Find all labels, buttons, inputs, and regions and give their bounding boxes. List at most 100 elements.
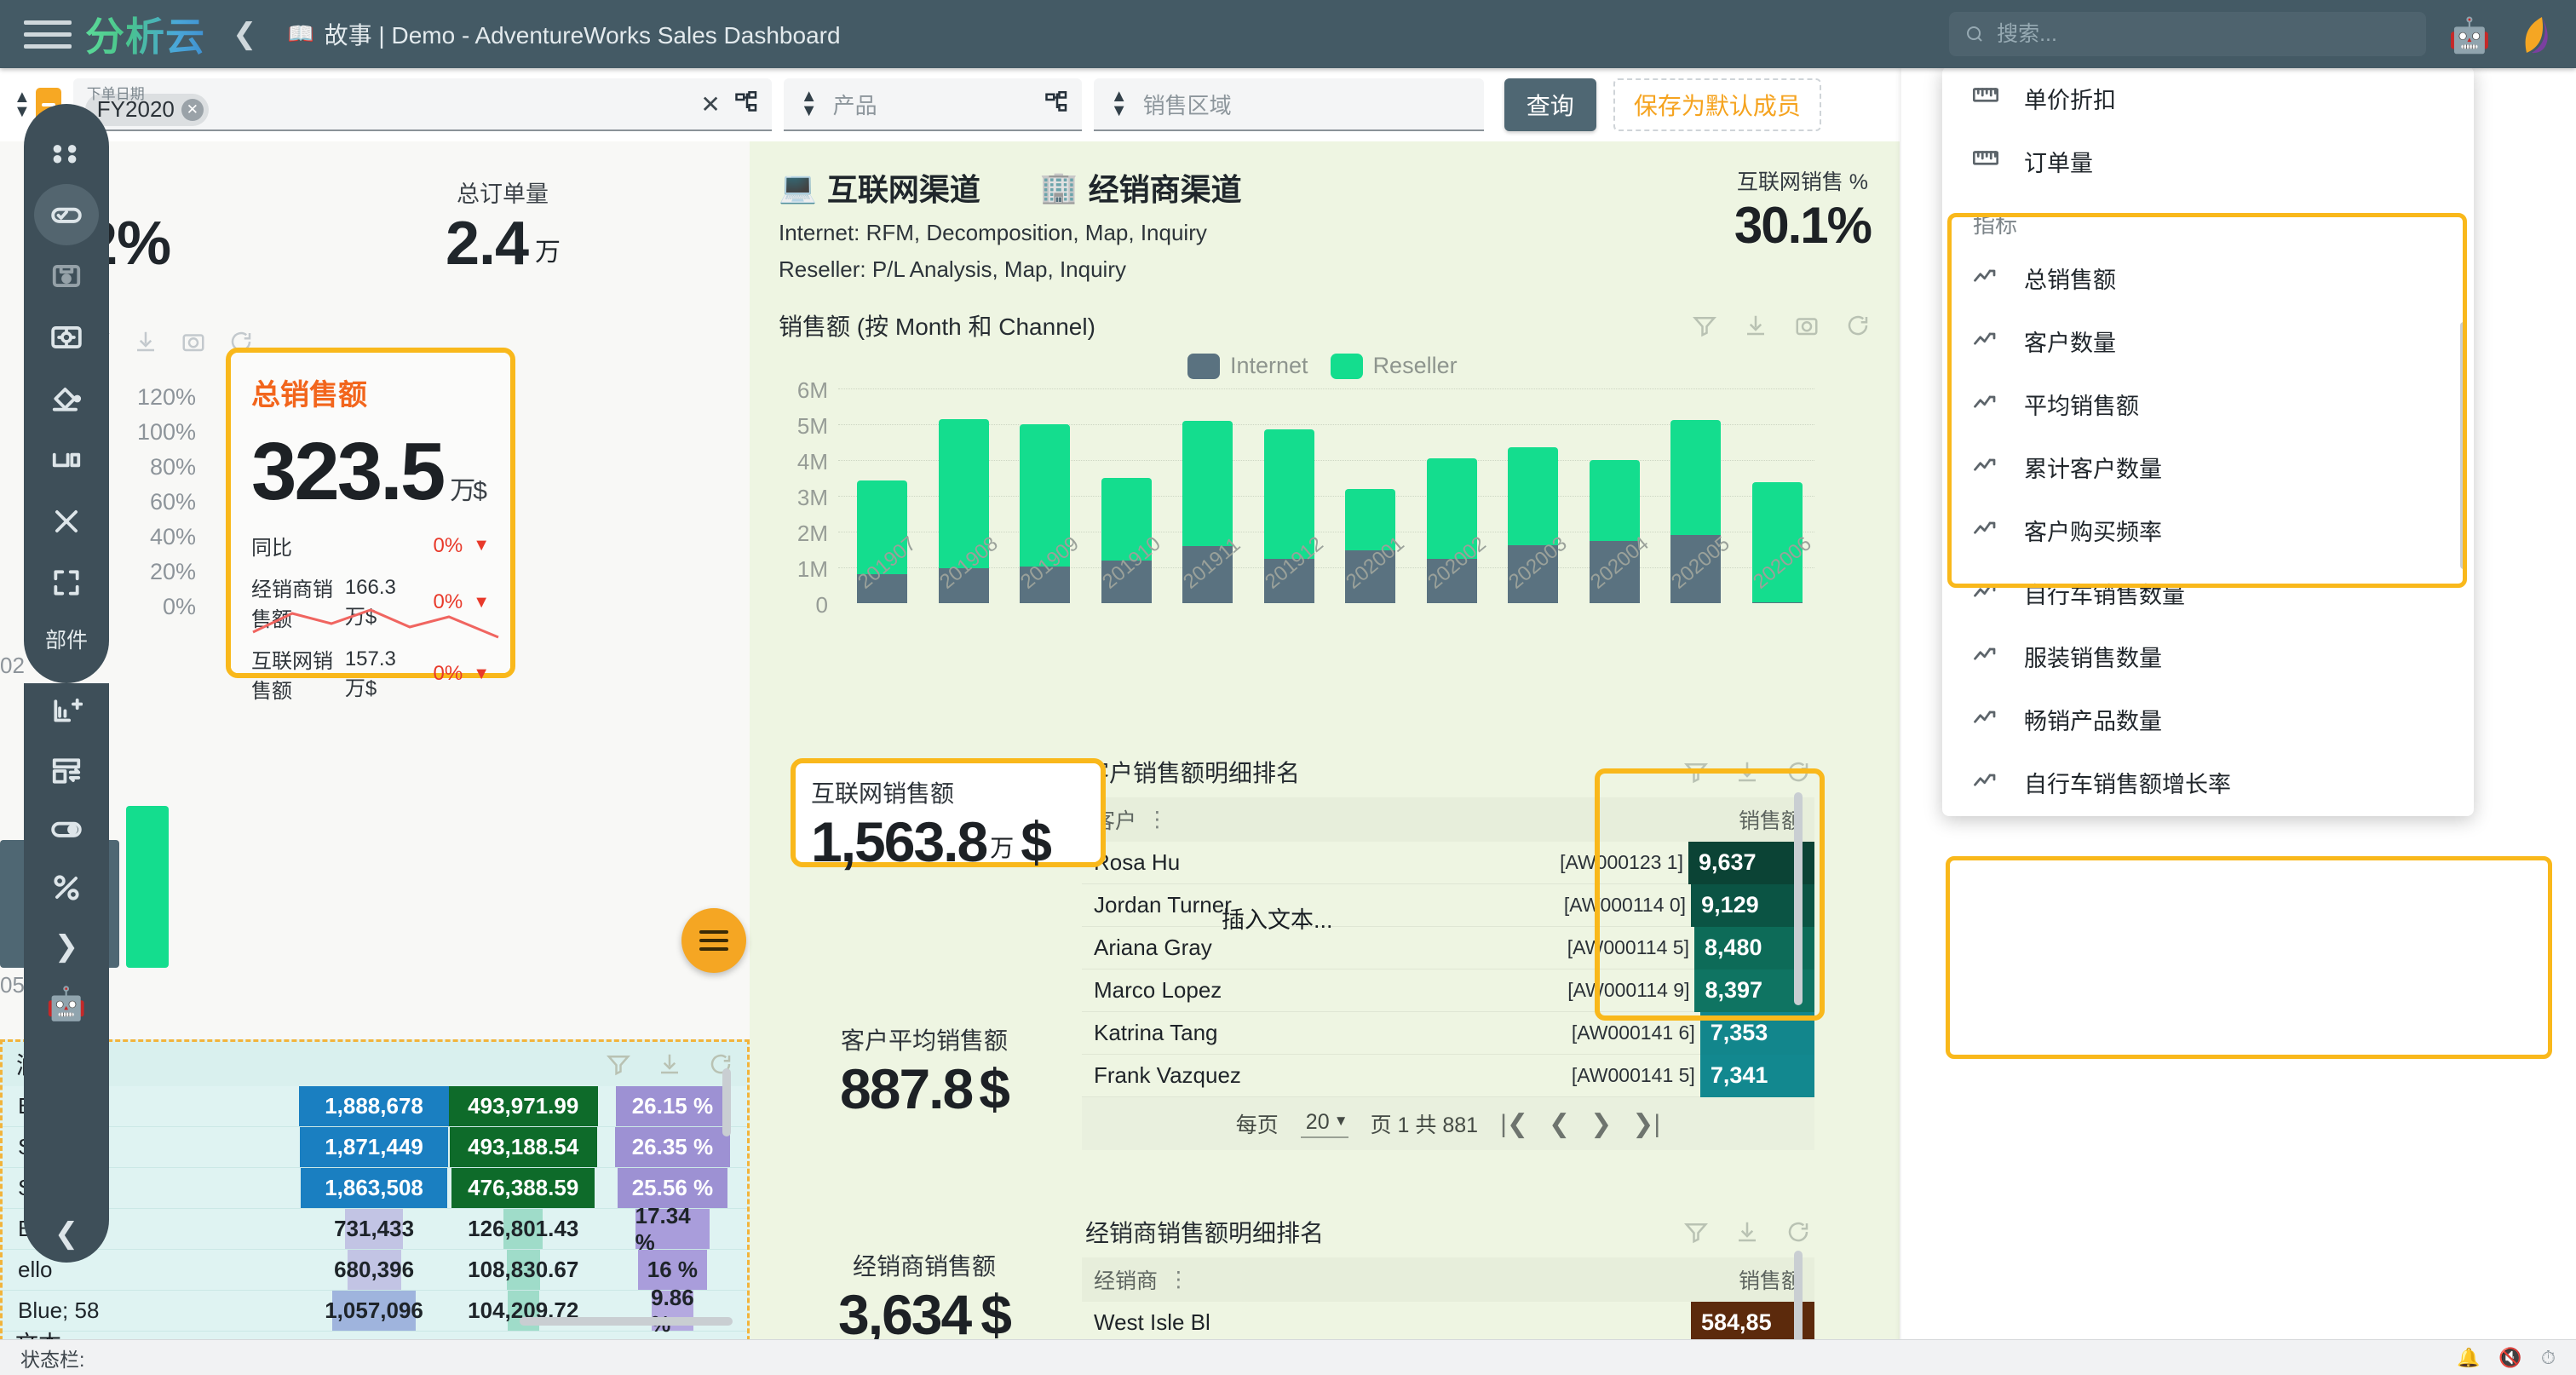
sort-arrows-icon[interactable]: ▲ ▼ <box>14 89 31 120</box>
filter-icon[interactable] <box>1692 313 1717 338</box>
robot-icon[interactable]: 🤖 <box>34 975 99 1034</box>
customer-id: [AW000114 9] <box>1567 979 1690 1001</box>
internet-sales-card[interactable]: 互联网销售额 1,563.8 万 $ <box>791 758 1106 873</box>
filter-order-date[interactable]: 下单日期 FY2020 ✕ ✕ <box>72 78 772 131</box>
metric-cell: 108,830.67 <box>449 1250 598 1290</box>
dropdown-metric-item[interactable]: 自行车销售额增长率 <box>1942 751 2474 814</box>
filter-icon[interactable] <box>1683 1219 1709 1245</box>
table-row[interactable]: Frank Vazquez [AW000141 5] 7,341 <box>1082 1054 1814 1097</box>
table-row[interactable]: Ariana Gray [AW000114 5] 8,480 <box>1082 926 1814 969</box>
total-orders-unit: 万 <box>535 239 561 267</box>
settings-icon[interactable] <box>34 307 99 368</box>
hierarchy-icon[interactable] <box>734 91 760 117</box>
columns-shelf-highlight <box>1946 856 2552 1059</box>
per-page-select[interactable]: 20 <box>1300 1110 1348 1138</box>
table-row[interactable]: Blue731,433126,801.4317.34 % <box>3 1203 747 1255</box>
refresh-icon[interactable] <box>1785 1219 1811 1245</box>
product-hierarchy-icon[interactable] <box>1044 91 1070 117</box>
column-menu-icon[interactable]: ⋮ <box>1168 1267 1189 1292</box>
dropdown-item-order-qty[interactable]: 订单量 <box>1942 129 2474 193</box>
region-sort-arrows-icon[interactable]: ▲ ▼ <box>1111 88 1128 119</box>
hamburger-menu-icon[interactable] <box>24 16 72 52</box>
dropdown-metric-item[interactable]: 累计客户数量 <box>1942 435 2474 498</box>
filter-icon[interactable] <box>606 1051 631 1077</box>
dropdown-metric-item[interactable]: 总销售额 <box>1942 246 2474 309</box>
bell-icon[interactable]: 🔔 <box>2457 1347 2480 1369</box>
camera-icon[interactable] <box>181 329 206 354</box>
prev-page-button[interactable]: ❮ <box>1549 1109 1570 1139</box>
swap-table-icon[interactable] <box>34 742 99 801</box>
save-default-member-button[interactable]: 保存为默认成员 <box>1613 78 1821 131</box>
dropdown-metric-item[interactable]: 客户数量 <box>1942 309 2474 372</box>
download-icon[interactable] <box>1734 1219 1760 1245</box>
toggle-icon[interactable] <box>34 184 99 245</box>
dropdown-section-metrics: 指标 <box>1973 212 2018 238</box>
percent-icon[interactable] <box>34 859 99 918</box>
table-row[interactable]: ello 680,396 108,830.67 16 % <box>3 1250 747 1291</box>
total-sales-card[interactable]: 总销售额 323.5 万$ 同比 0% ▼ 经销商销售额 166.3万$ 0% … <box>226 348 515 703</box>
last-page-button[interactable]: ❯| <box>1632 1109 1660 1139</box>
profit-table-scrollbar[interactable] <box>722 1068 731 1136</box>
download-icon[interactable] <box>1743 313 1768 338</box>
app-logo: 分析云 <box>85 6 205 62</box>
table-row[interactable]: Rosa Hu [AW000123 1] 9,637 <box>1082 841 1814 884</box>
bar-chart-header: 销售额 (按 Month 和 Channel) <box>750 283 1900 342</box>
customer-table-scrollbar[interactable] <box>1794 792 1803 1005</box>
refresh-icon[interactable] <box>1785 759 1811 785</box>
camera-icon[interactable] <box>1794 313 1820 338</box>
filter-product[interactable]: ▲ ▼ 产品 <box>783 78 1082 131</box>
profit-table-hscrollbar[interactable] <box>520 1317 733 1326</box>
scissors-icon[interactable] <box>34 491 99 552</box>
table-row[interactable]: West Isle Bl 584,85 <box>1082 1301 1814 1344</box>
table-row[interactable]: Bla1,888,678493,971.9926.15 % <box>3 1086 747 1127</box>
chevron-up-icon[interactable]: ❮ <box>34 1204 99 1263</box>
add-chart-icon[interactable] <box>34 683 99 742</box>
trend-down-icon: ▼ <box>473 536 490 555</box>
search-input[interactable] <box>1997 21 2411 47</box>
toggle2-icon[interactable] <box>34 800 99 859</box>
dropdown-metric-item[interactable]: 自行车销售数量 <box>1942 561 2474 624</box>
column-menu-icon[interactable]: ⋮ <box>1147 807 1168 832</box>
dropdown-metric-item[interactable]: 服装销售数量 <box>1942 624 2474 688</box>
table-row[interactable]: Katrina Tang [AW000141 6] 7,353 <box>1082 1011 1814 1055</box>
save-icon[interactable] <box>34 245 99 307</box>
first-page-button[interactable]: |❮ <box>1500 1109 1528 1139</box>
download-icon[interactable] <box>657 1051 682 1077</box>
laptop-icon: 💻 <box>779 170 817 204</box>
floating-menu-button[interactable] <box>681 908 746 973</box>
back-chevron-icon[interactable]: ❮ <box>233 17 257 51</box>
download-icon[interactable] <box>133 329 158 354</box>
filter-icon[interactable] <box>1683 759 1709 785</box>
dropdown-scrollbar[interactable] <box>2460 322 2467 569</box>
next-page-button[interactable]: ❯ <box>1590 1109 1612 1139</box>
total-sales-card-inner: 总销售额 323.5 万$ 同比 0% ▼ 经销商销售额 166.3万$ 0% … <box>231 353 510 703</box>
table-row[interactable]: Marco Lopez [AW000114 9] 8,397 <box>1082 969 1814 1012</box>
drag-handle-icon[interactable]: ●● ●● <box>34 123 99 184</box>
fullscreen-icon[interactable] <box>34 552 99 613</box>
clear-filter-icon[interactable]: ✕ <box>687 90 733 118</box>
assistant-robot-icon[interactable]: 🤖 <box>2448 15 2491 55</box>
chevron-right-icon[interactable]: ❯ <box>34 917 99 975</box>
leaf-logo-icon[interactable] <box>2516 15 2552 55</box>
table-row[interactable]: Jordan Turner [AW000114 0] 9,129 <box>1082 883 1814 927</box>
clock-icon[interactable]: ⏱ <box>2541 1347 2556 1369</box>
chart-x-axis: 201907 201908 201909 201910 201911 201912 2020… <box>842 532 1818 600</box>
dropdown-metric-item[interactable]: 客户购买频率 <box>1942 498 2474 561</box>
mute-icon[interactable]: 🔇 <box>2498 1347 2521 1369</box>
customer-rank-toolbar <box>1683 759 1811 785</box>
remove-chip-icon[interactable]: ✕ <box>181 98 204 121</box>
download-icon[interactable] <box>1734 759 1760 785</box>
dropdown-item-unit-discount[interactable]: 单价折扣 <box>1942 66 2474 129</box>
search-box[interactable] <box>1949 12 2426 56</box>
fill-icon[interactable] <box>34 368 99 429</box>
product-sort-arrows-icon[interactable]: ▲ ▼ <box>801 88 818 119</box>
legend-internet[interactable]: Internet <box>1187 353 1308 379</box>
dropdown-metric-item[interactable]: 平均销售额 <box>1942 372 2474 435</box>
table-row[interactable]: Silv1,871,449493,188.5426.35 % <box>3 1127 747 1168</box>
dropdown-metric-item[interactable]: 畅销产品数量 <box>1942 688 2474 751</box>
layout-icon[interactable] <box>34 429 99 491</box>
filter-region[interactable]: ▲ ▼ 销售区域 <box>1093 78 1484 131</box>
query-button[interactable]: 查询 <box>1504 78 1596 131</box>
refresh-icon[interactable] <box>1845 313 1871 338</box>
legend-reseller[interactable]: Reseller <box>1330 353 1458 379</box>
